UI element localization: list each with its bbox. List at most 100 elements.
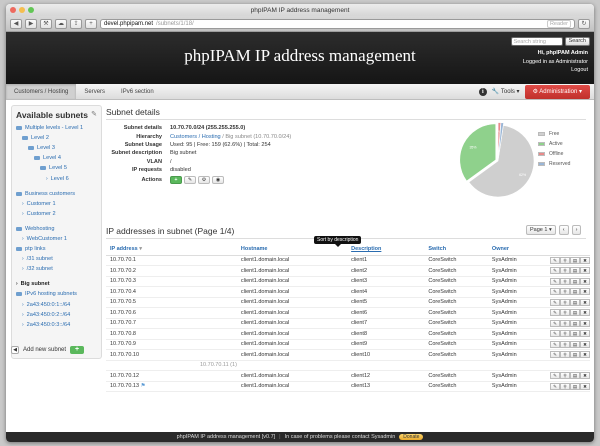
forward-button[interactable]: ▶	[25, 18, 37, 29]
subnet-tree-item[interactable]: Level 5	[12, 163, 101, 173]
tab-customers-hosting[interactable]: Customers / Hosting	[6, 84, 77, 99]
search-ip-icon[interactable]: ⚲	[560, 256, 570, 264]
search-ip-icon[interactable]: ⚲	[560, 372, 570, 380]
delete-ip-icon[interactable]: ✖	[580, 309, 590, 317]
subnet-tree-item[interactable]: › Level 6	[12, 173, 101, 183]
subnet-tree-item[interactable]: › 2a43:450:0:2::/64	[12, 310, 101, 320]
free-ip-row[interactable]: 10.70.70.11 (1)	[106, 360, 590, 371]
search-ip-icon[interactable]: ⚲	[560, 340, 570, 348]
share-icon[interactable]: ⇪	[70, 18, 82, 29]
address-bar[interactable]: devel.phpipam.net/subnets/1/18/ Reader	[100, 18, 575, 29]
reader-button[interactable]: Reader	[546, 19, 571, 28]
hierarchy-link[interactable]: Customers / Hosting	[170, 134, 221, 140]
subnet-tree-item[interactable]: › Customer 1	[12, 199, 101, 209]
table-row[interactable]: 10.70.70.12 client1.domain.local client12 C…	[106, 370, 590, 382]
search-ip-icon[interactable]: ⚲	[560, 319, 570, 327]
tools-icon[interactable]: ⚒	[40, 18, 52, 29]
edit-ip-icon[interactable]: ✎	[550, 372, 560, 380]
column-description[interactable]: Description	[347, 244, 425, 256]
scan-button[interactable]: ◉	[212, 176, 224, 185]
subnet-tree-item[interactable]: › Customer 2	[12, 209, 101, 219]
tab-ipv6-section[interactable]: IPv6 section	[113, 84, 162, 99]
back-button[interactable]: ◀	[10, 18, 22, 29]
tools-menu[interactable]: 🔧 Tools ▾	[492, 88, 520, 95]
info-icon[interactable]: i	[478, 87, 487, 96]
edit-ip-icon[interactable]: ✎	[550, 351, 560, 359]
edit-ip-icon[interactable]: ✎	[550, 382, 560, 390]
table-row[interactable]: 10.70.70.1 client1.domain.local client1 Cor…	[106, 255, 590, 266]
minimize-window-button[interactable]	[19, 7, 25, 13]
subnet-tree-item[interactable]: ›/31 subnet	[12, 254, 101, 264]
delete-ip-icon[interactable]: ✖	[580, 256, 590, 264]
edit-subnet-button[interactable]: ✎	[184, 176, 196, 185]
subnet-tree-item[interactable]: Level 4	[12, 153, 101, 163]
search-ip-icon[interactable]: ⚲	[560, 277, 570, 285]
details-icon[interactable]: ▤	[570, 288, 580, 296]
delete-ip-icon[interactable]: ✖	[580, 340, 590, 348]
search-ip-icon[interactable]: ⚲	[560, 382, 570, 390]
logout-link[interactable]: Logout	[523, 66, 588, 75]
edit-ip-icon[interactable]: ✎	[550, 298, 560, 306]
subnet-tree-item[interactable]: Level 2	[12, 133, 101, 143]
delete-ip-icon[interactable]: ✖	[580, 277, 590, 285]
subnet-tree-item[interactable]: › WebCustomer 1	[12, 234, 101, 244]
close-window-button[interactable]	[10, 7, 16, 13]
details-icon[interactable]: ▤	[570, 256, 580, 264]
table-row[interactable]: 10.70.70.5 client1.domain.local client5 Cor…	[106, 297, 590, 308]
search-ip-icon[interactable]: ⚲	[560, 309, 570, 317]
subnet-tree-item[interactable]: ptp links	[12, 244, 101, 254]
table-row[interactable]: 10.70.70.8 client1.domain.local client8 Cor…	[106, 328, 590, 340]
reload-icon[interactable]: ↻	[578, 18, 590, 29]
search-ip-icon[interactable]: ⚲	[560, 288, 570, 296]
permissions-button[interactable]: ⚙	[198, 176, 210, 185]
delete-ip-icon[interactable]: ✖	[580, 351, 590, 359]
subnet-tree-item[interactable]: IPv6 hosting subnets	[12, 289, 101, 299]
footer-contact[interactable]: In case of problems please contact Sysad…	[285, 434, 396, 440]
subnet-tree-item[interactable]: Multiple levels - Level 1	[12, 123, 101, 133]
delete-ip-icon[interactable]: ✖	[580, 267, 590, 275]
donate-button[interactable]: Donate	[399, 434, 424, 440]
edit-icon[interactable]: ✎	[91, 110, 97, 118]
table-row[interactable]: 10.70.70.6 client1.domain.local client6 Cor…	[106, 307, 590, 319]
subnet-tree-item[interactable]: Business customers	[12, 189, 101, 199]
delete-ip-icon[interactable]: ✖	[580, 382, 590, 390]
search-button[interactable]: Search	[564, 37, 590, 46]
details-icon[interactable]: ▤	[570, 372, 580, 380]
details-icon[interactable]: ▤	[570, 267, 580, 275]
subnet-tree-item[interactable]: › 2a43:450:0:3::/64	[12, 320, 101, 330]
next-page-button[interactable]: ›	[571, 225, 582, 235]
search-input[interactable]: Search string	[510, 37, 563, 46]
edit-ip-icon[interactable]: ✎	[550, 319, 560, 327]
details-icon[interactable]: ▤	[570, 330, 580, 338]
zoom-window-button[interactable]	[28, 7, 34, 13]
search-ip-icon[interactable]: ⚲	[560, 330, 570, 338]
details-icon[interactable]: ▤	[570, 277, 580, 285]
search-ip-icon[interactable]: ⚲	[560, 267, 570, 275]
subnet-tree-item[interactable]: Level 3	[12, 143, 101, 153]
collapse-icon[interactable]: ◀	[11, 346, 19, 354]
delete-ip-icon[interactable]: ✖	[580, 372, 590, 380]
edit-ip-icon[interactable]: ✎	[550, 288, 560, 296]
edit-ip-icon[interactable]: ✎	[550, 340, 560, 348]
subnet-tree-item[interactable]: › Big subnet	[12, 279, 101, 289]
edit-ip-icon[interactable]: ✎	[550, 277, 560, 285]
details-icon[interactable]: ▤	[570, 298, 580, 306]
delete-ip-icon[interactable]: ✖	[580, 319, 590, 327]
delete-ip-icon[interactable]: ✖	[580, 330, 590, 338]
table-row[interactable]: 10.70.70.10 client1.domain.local client10 C…	[106, 349, 590, 361]
column-owner[interactable]: Owner	[487, 244, 546, 256]
details-icon[interactable]: ▤	[570, 319, 580, 327]
details-icon[interactable]: ▤	[570, 340, 580, 348]
edit-ip-icon[interactable]: ✎	[550, 267, 560, 275]
cloud-icon[interactable]: ☁	[55, 18, 67, 29]
table-row[interactable]: 10.70.70.2 client1.domain.local client2 Cor…	[106, 265, 590, 277]
table-row[interactable]: 10.70.70.9 client1.domain.local client9 Cor…	[106, 339, 590, 350]
table-row[interactable]: 10.70.70.4 client1.domain.local client4 Cor…	[106, 286, 590, 298]
table-row[interactable]: 10.70.70.3 client1.domain.local client3 Cor…	[106, 276, 590, 287]
add-subnet-button[interactable]: +	[70, 346, 85, 354]
search-ip-icon[interactable]: ⚲	[560, 298, 570, 306]
details-icon[interactable]: ▤	[570, 351, 580, 359]
column-ip-address[interactable]: IP address ▾	[106, 244, 237, 256]
details-icon[interactable]: ▤	[570, 382, 580, 390]
search-ip-icon[interactable]: ⚲	[560, 351, 570, 359]
